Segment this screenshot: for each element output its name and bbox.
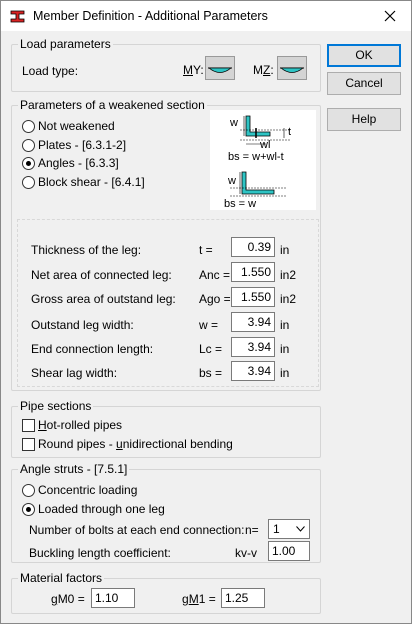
gross-area-symbol: Ago = (199, 292, 231, 306)
gross-area-unit: in2 (280, 292, 297, 306)
outstand-width-unit: in (280, 318, 290, 332)
diagram-bs-formula-2: bs = w (224, 198, 256, 210)
buckling-label: Buckling length coefficient: (29, 546, 171, 560)
gm0-input[interactable]: 1.10 (91, 588, 135, 608)
mz-label: MZ: (253, 63, 274, 77)
thickness-label: Thickness of the leg: (31, 243, 142, 257)
one-leg-label: Loaded through one leg (38, 502, 165, 516)
chevron-down-icon (296, 526, 305, 532)
radio-plates[interactable] (22, 139, 35, 152)
radio-one-leg[interactable] (22, 503, 35, 516)
close-button[interactable] (375, 4, 405, 28)
gm1-input[interactable]: 1.25 (221, 588, 265, 608)
shear-lag-input[interactable]: 3.94 (231, 361, 275, 381)
buckling-input[interactable]: 1.00 (268, 541, 310, 561)
shear-lag-label: Shear lag width: (31, 366, 118, 380)
bolts-value: 1 (273, 522, 280, 536)
thickness-symbol: t = (199, 243, 213, 257)
group-legend: Parameters of a weakened section (18, 98, 207, 112)
radio-label: Angles - [6.3.3] (38, 156, 119, 170)
radio-label: Plates - [6.3.1-2] (38, 138, 127, 152)
radio-label: Not weakened (38, 119, 115, 133)
my-load-button[interactable] (205, 56, 235, 80)
my-label: MY: (183, 63, 204, 77)
round-pipes-label: Round pipes - unidirectional bending (38, 437, 233, 451)
diagram-t-label: t (288, 126, 291, 138)
dialog-window: Member Definition - Additional Parameter… (0, 0, 412, 624)
load-type-label: Load type: (22, 64, 79, 78)
group-legend: Angle struts - [7.5.1] (18, 462, 130, 476)
group-legend: Material factors (18, 571, 105, 585)
bolts-select[interactable]: 1 (268, 519, 310, 539)
hot-rolled-checkbox[interactable] (22, 419, 35, 432)
gm1-label: gM1 = (182, 592, 216, 606)
end-connection-symbol: Lc = (199, 342, 223, 356)
radio-block-shear[interactable] (22, 176, 35, 189)
outstand-width-input[interactable]: 3.94 (231, 312, 275, 332)
shear-lag-unit: in (280, 366, 290, 380)
group-legend: Load parameters (18, 37, 113, 51)
shear-lag-symbol: bs = (199, 366, 223, 380)
radio-label: Block shear - [6.4.1] (38, 175, 145, 189)
net-area-input[interactable]: 1.550 (231, 262, 275, 282)
angle-section-diagram: w t wl bs = w+wl-t w bs = w (210, 110, 316, 210)
net-area-label: Net area of connected leg: (31, 268, 172, 282)
round-pipes-checkbox[interactable] (22, 438, 35, 451)
close-icon (384, 10, 396, 22)
radio-concentric-loading[interactable] (22, 484, 35, 497)
concentric-label: Concentric loading (38, 483, 138, 497)
window-title: Member Definition - Additional Parameter… (33, 9, 268, 23)
diagram-w-label: w (229, 117, 238, 129)
gm0-label: gM0 = (51, 592, 85, 606)
diagram-bs-formula-1: bs = w+wl-t (228, 151, 284, 163)
diagram-w2-label: w (227, 175, 236, 187)
title-bar: Member Definition - Additional Parameter… (1, 1, 411, 31)
buckling-symbol: kv-v (235, 546, 257, 560)
end-connection-label: End connection length: (31, 342, 154, 356)
diagram-wl-label: wl (259, 139, 270, 151)
net-area-symbol: Anc = (199, 268, 231, 282)
thickness-input[interactable]: 0.39 (231, 237, 275, 257)
group-legend: Pipe sections (18, 399, 94, 413)
load-diagram-icon (279, 67, 305, 73)
mz-load-button[interactable] (277, 56, 307, 80)
outstand-width-symbol: w = (199, 318, 219, 332)
radio-not-weakened[interactable] (22, 120, 35, 133)
cancel-button[interactable]: Cancel (327, 72, 401, 95)
gross-area-label: Gross area of outstand leg: (31, 292, 176, 306)
radio-angles[interactable] (22, 157, 35, 170)
app-icon (9, 8, 27, 24)
thickness-unit: in (280, 243, 290, 257)
ok-button[interactable]: OK (327, 44, 401, 67)
help-button[interactable]: Help (327, 108, 401, 131)
load-diagram-icon (207, 67, 233, 73)
hot-rolled-label: Hot-rolled pipes (38, 418, 123, 432)
net-area-unit: in2 (280, 268, 297, 282)
bolts-label: Number of bolts at each end connection: (29, 523, 245, 537)
end-connection-input[interactable]: 3.94 (231, 337, 275, 357)
outstand-width-label: Outstand leg width: (31, 318, 134, 332)
bolts-symbol: n= (245, 523, 259, 537)
gross-area-input[interactable]: 1.550 (231, 287, 275, 307)
end-connection-unit: in (280, 342, 290, 356)
